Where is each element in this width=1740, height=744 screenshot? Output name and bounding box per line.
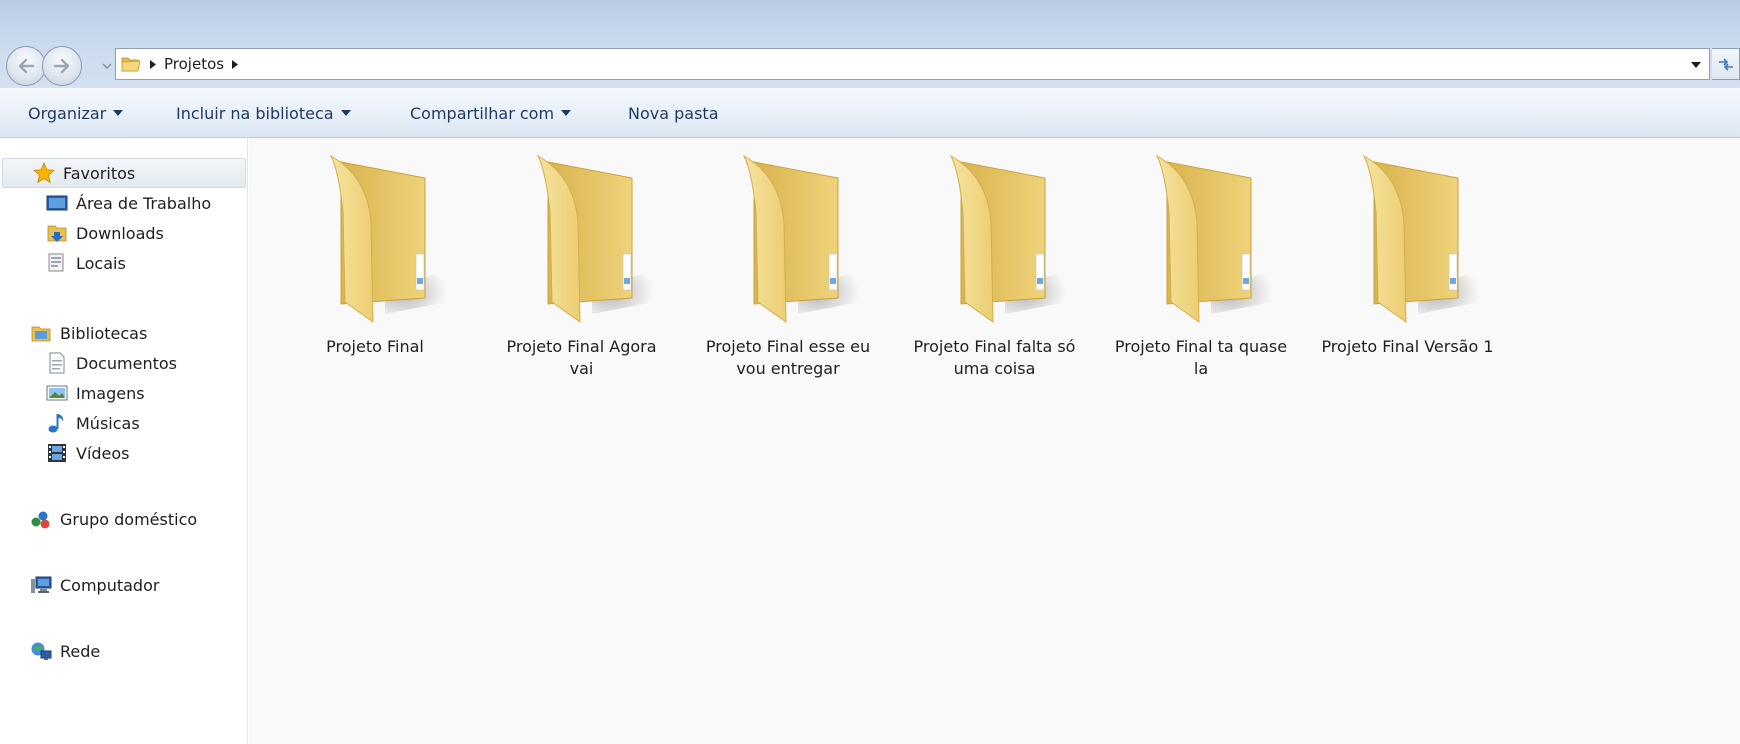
sidebar-item-music[interactable]: Músicas (0, 408, 246, 438)
explorer-window: Projetos Organizar Incluir na biblioteca (0, 0, 1740, 744)
sidebar-item-label: Músicas (76, 413, 140, 433)
video-film-icon (46, 442, 68, 464)
share-with-label: Compartilhar com (410, 103, 555, 123)
folder-name: Projeto Final ta quase la (1114, 337, 1288, 378)
downloads-folder-icon (46, 222, 68, 244)
folder-icon (121, 57, 141, 72)
caret-down-icon (340, 110, 351, 116)
chevron-down-icon (102, 63, 112, 69)
sidebar-item-label: Favoritos (63, 163, 136, 183)
folder-item[interactable]: Projeto Final Versão 1 (1320, 152, 1496, 382)
address-bar[interactable]: Projetos (115, 48, 1710, 80)
share-with-button[interactable]: Compartilhar com (410, 102, 572, 124)
caret-down-icon (113, 110, 124, 116)
sidebar-item-label: Bibliotecas (60, 323, 148, 343)
sidebar-item-desktop[interactable]: Área de Trabalho (0, 188, 246, 218)
address-history-dropdown[interactable] (1689, 58, 1703, 72)
navigation-buttons (4, 46, 114, 86)
folder-item[interactable]: Projeto Final esse eu vou entregar (700, 152, 876, 382)
sidebar-item-label: Computador (60, 575, 160, 595)
include-library-label: Incluir na biblioteca (176, 103, 334, 123)
sidebar-item-videos[interactable]: Vídeos (0, 438, 246, 468)
folder-icon (1362, 154, 1480, 323)
folder-icon (329, 154, 447, 323)
libraries-icon (30, 322, 52, 344)
sidebar-item-label: Locais (76, 253, 126, 273)
refresh-arrows-icon (1718, 58, 1733, 71)
sidebar-item-homegroup[interactable]: Grupo doméstico (0, 504, 246, 534)
sidebar-item-libraries[interactable]: Bibliotecas (0, 318, 246, 348)
new-folder-label: Nova pasta (628, 103, 719, 123)
sidebar-item-downloads[interactable]: Downloads (0, 218, 246, 248)
folder-name: Projeto Final (326, 337, 424, 356)
sidebar-item-recent-places[interactable]: Locais (0, 248, 246, 278)
breadcrumb-separator-icon[interactable] (230, 57, 240, 71)
folder-item[interactable]: Projeto Final falta só uma coisa (907, 152, 1083, 382)
sidebar-item-label: Imagens (76, 383, 145, 403)
sidebar-item-network[interactable]: Rede (0, 636, 246, 666)
file-list-view[interactable]: Projeto Final Projeto Final Agora vai Proj… (249, 138, 1740, 744)
include-library-button[interactable]: Incluir na biblioteca (176, 102, 351, 124)
sidebar-item-documents[interactable]: Documentos (0, 348, 246, 378)
back-button[interactable] (6, 46, 46, 86)
sidebar-item-label: Área de Trabalho (76, 193, 212, 213)
forward-button[interactable] (42, 46, 82, 86)
arrow-left-icon (18, 58, 35, 74)
sidebar-item-computer[interactable]: Computador (0, 570, 246, 600)
navigation-pane: Favoritos Área de Trabalho Downloads Loc… (0, 138, 248, 744)
caret-down-icon (561, 110, 572, 116)
pictures-icon (46, 382, 68, 404)
documents-icon (46, 352, 68, 374)
sidebar-item-label: Vídeos (76, 443, 130, 463)
folder-name: Projeto Final esse eu vou entregar (705, 337, 871, 378)
recent-pages-dropdown[interactable] (100, 60, 114, 72)
refresh-button[interactable] (1712, 48, 1740, 80)
network-icon (30, 640, 52, 662)
sidebar-item-label: Rede (60, 641, 101, 661)
homegroup-icon (30, 508, 52, 530)
arrow-right-icon (53, 58, 70, 74)
breadcrumb-separator-icon[interactable] (148, 57, 158, 71)
computer-icon (30, 574, 52, 596)
desktop-icon (46, 192, 68, 214)
folder-item[interactable]: Projeto Final ta quase la (1113, 152, 1289, 382)
folder-icon (742, 154, 860, 323)
organize-label: Organizar (28, 103, 107, 123)
sidebar-item-label: Grupo doméstico (60, 509, 198, 529)
sidebar-item-label: Documentos (76, 353, 178, 373)
star-icon (33, 162, 55, 184)
music-note-icon (46, 412, 68, 434)
organize-menu-button[interactable]: Organizar (28, 102, 124, 124)
sidebar-item-label: Downloads (76, 223, 164, 243)
folder-item[interactable]: Projeto Final Agora vai (494, 152, 670, 382)
breadcrumb-current[interactable]: Projetos (164, 55, 224, 73)
sidebar-item-favorites[interactable]: Favoritos (2, 158, 246, 188)
folder-name: Projeto Final falta só uma coisa (913, 337, 1076, 378)
chevron-down-icon (1691, 62, 1701, 68)
command-bar: Organizar Incluir na biblioteca Comparti… (0, 88, 1740, 138)
recent-places-icon (46, 252, 68, 274)
sidebar-item-pictures[interactable]: Imagens (0, 378, 246, 408)
folder-name: Projeto Final Versão 1 (1321, 337, 1494, 356)
folder-item[interactable]: Projeto Final (287, 152, 463, 382)
folder-icon (536, 154, 654, 323)
folder-icon (1155, 154, 1273, 323)
folder-name: Projeto Final Agora vai (506, 337, 657, 378)
title-bar: Projetos (0, 0, 1740, 88)
new-folder-button[interactable]: Nova pasta (628, 102, 719, 124)
folder-icon (949, 154, 1067, 323)
